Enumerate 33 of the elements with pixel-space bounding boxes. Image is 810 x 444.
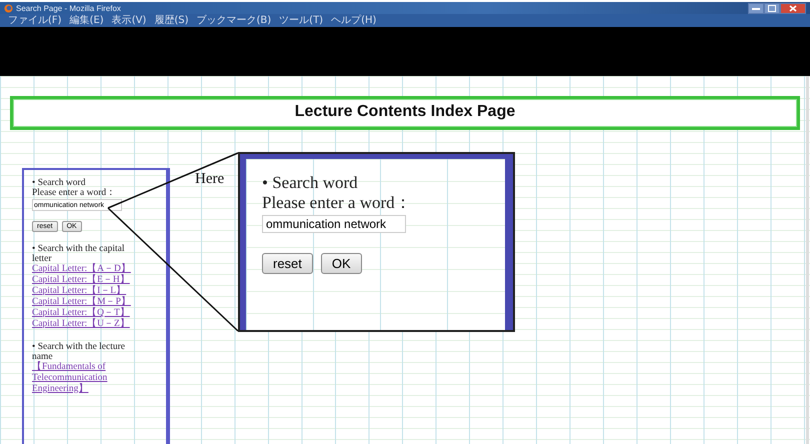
minimize-icon: [752, 6, 760, 10]
minimize-button[interactable]: [748, 2, 764, 14]
section-label: • Search word: [32, 178, 86, 188]
menu-item[interactable]: ヘルプ(H): [329, 14, 378, 26]
capital-letter-link[interactable]: Capital Letter:【A－D】: [32, 264, 131, 275]
section-label: • Search word: [262, 173, 359, 193]
menu-item[interactable]: ブックマーク(B): [194, 14, 274, 26]
maximize-button[interactable]: [764, 2, 780, 14]
section-label: • Search with the lecture name: [32, 342, 126, 362]
window-title: Search Page - Mozilla Firefox: [16, 4, 121, 12]
menu-item[interactable]: 編集(E): [68, 14, 106, 26]
capital-letter-link[interactable]: Capital Letter:【I－L】: [32, 286, 126, 297]
page-heading: Lecture Contents Index Page: [10, 96, 800, 130]
form-button[interactable]: reset: [262, 253, 313, 274]
scrollbar[interactable]: [806, 76, 809, 444]
lecture-link[interactable]: 【Fundamentals of Telecommunication Engineering】: [32, 362, 142, 395]
prompt-text: Please enter a word：: [32, 188, 116, 198]
pointer-label: Here: [195, 171, 224, 188]
capital-letter-link[interactable]: Capital Letter:【E－H】: [32, 275, 130, 286]
form-button[interactable]: OK: [320, 253, 362, 274]
maximize-icon: [768, 4, 776, 12]
menu-item[interactable]: 表示(V): [110, 14, 148, 26]
menu-item[interactable]: ファイル(F): [6, 14, 64, 26]
section-label: • Search with the capital letter: [32, 244, 126, 264]
close-button[interactable]: [780, 2, 806, 14]
menu-item[interactable]: ツール(T): [277, 14, 326, 26]
menu-item[interactable]: 履歴(S): [152, 14, 190, 26]
capital-letter-link[interactable]: Capital Letter:【M－P】: [32, 297, 131, 308]
capital-letter-link[interactable]: Capital Letter:【Q－T】: [32, 308, 130, 319]
capital-letter-link[interactable]: Capital Letter:【U－Z】: [32, 319, 130, 330]
search-field[interactable]: ommunication network: [262, 215, 406, 233]
close-icon: [789, 4, 797, 12]
prompt-text: Please enter a word：: [262, 193, 413, 213]
